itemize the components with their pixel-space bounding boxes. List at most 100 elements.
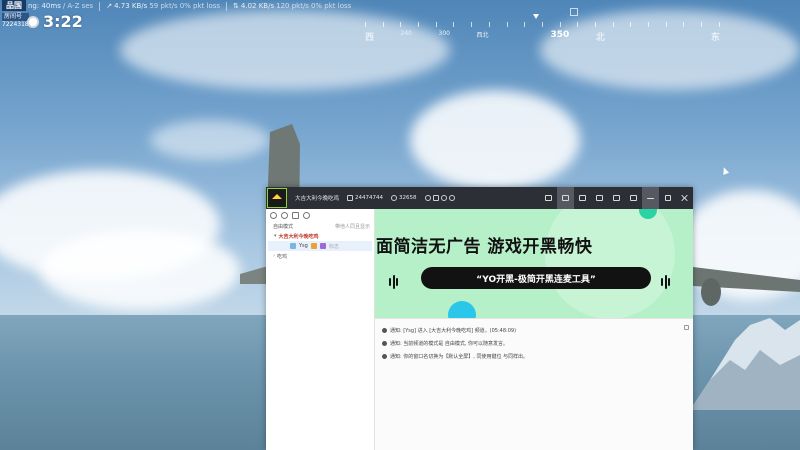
gamepad-button[interactable]	[591, 187, 608, 209]
aircraft-wing	[693, 267, 800, 306]
app-home-logo-icon[interactable]	[267, 188, 287, 208]
upload-speed: 4.73 KB/s	[114, 2, 148, 10]
maximize-button[interactable]	[659, 187, 676, 209]
scroll-up-icon[interactable]	[684, 325, 689, 330]
notice-icon	[382, 328, 387, 333]
sub-channel-name: 吃鸡	[277, 253, 288, 260]
download-speed: 4.02 KB/s	[240, 2, 275, 10]
mode-row: 自由模式 带他人同且显示	[266, 221, 374, 231]
download-icon: ⇅	[233, 2, 239, 10]
decorative-bubble	[545, 209, 675, 318]
user-icon[interactable]	[270, 211, 277, 219]
plane-icon[interactable]	[432, 195, 439, 201]
search-icon[interactable]	[303, 211, 310, 219]
hud-status-icons	[570, 8, 578, 16]
compass-heading: 350	[550, 30, 570, 40]
room-id-value: 24474744	[355, 195, 384, 201]
room-label: 房间号	[2, 13, 29, 21]
divider	[226, 1, 228, 11]
favorite-icon[interactable]	[424, 195, 431, 201]
titlebar-controls	[540, 187, 693, 209]
upload-loss: 0% pkt loss	[179, 2, 221, 10]
badge-icon	[310, 243, 317, 249]
log-text: 通知: [Ysg] 进入 [大吉大利今晚吃鸡] 频道。(05:48:09)	[390, 328, 517, 334]
cloud	[40, 230, 240, 310]
banner-title: 面简洁无广告 游戏开黑畅快	[376, 237, 593, 257]
compass-label: 北	[595, 33, 605, 43]
compass-ticks	[365, 22, 720, 28]
clock-icon	[27, 16, 39, 28]
log-line: 通知: [Ysg] 进入 [大吉大利今晚吃鸡] 频道。(05:48:09)	[382, 327, 516, 334]
compass-label: 西北	[476, 32, 489, 39]
user-icon	[391, 195, 398, 201]
compass-labels: 西 240 300 西北 北 350 北 东	[365, 30, 720, 43]
expand-arrow-icon: ›	[273, 253, 275, 259]
location-icon[interactable]	[281, 211, 288, 219]
user-name: Ysg	[299, 243, 308, 249]
snowy-mountain	[690, 318, 800, 410]
home-button[interactable]	[557, 187, 574, 209]
compass: 西 240 300 西北 北 350 北 东	[365, 14, 720, 44]
gamepad-icon	[596, 195, 603, 201]
list-icon	[579, 195, 586, 201]
sidebar-toolbar	[266, 209, 374, 221]
download-loss: 0% pkt loss	[310, 2, 352, 10]
banner-tagline: “YO开黑-极简开黑连麦工具”	[421, 267, 651, 289]
sub-channel-item[interactable]: › 吃鸡	[266, 251, 374, 261]
info-icon[interactable]	[448, 195, 455, 201]
video-button[interactable]	[540, 187, 557, 209]
divider	[99, 1, 101, 11]
channel-main: 面简洁无广告 游戏开黑畅快 “YO开黑-极简开黑连麦工具” 通知: [Ysg] …	[375, 209, 693, 450]
status-icon	[570, 8, 578, 16]
sound-wave-icon	[661, 275, 670, 289]
region-value: / A-Z ses	[62, 2, 94, 10]
upload-icon: ↗	[106, 2, 113, 10]
voice-chat-window: 大吉大利今晚吃鸡 24474744 32658 自由模式 带他人同且显示 ▾ 大…	[266, 187, 693, 450]
download-packets: 120 pkt/s	[276, 2, 309, 10]
compass-pointer-icon	[533, 14, 539, 19]
room-badge: 房间号 7224318	[2, 13, 29, 29]
room-name: 大吉大利今晚吃鸡	[295, 196, 340, 202]
member-count: 32658	[391, 195, 417, 201]
close-button[interactable]	[676, 187, 693, 209]
compass-label: 西	[365, 33, 375, 43]
log-text: 通知: 当前频道的模式是 自由模式, 你可以随意发言。	[390, 341, 509, 347]
ad-banner[interactable]: 面简洁无广告 游戏开黑畅快 “YO开黑-极简开黑连麦工具”	[375, 209, 693, 318]
ping-value: ng: 40ms	[28, 2, 61, 10]
log-line: 通知: 当前频道的模式是 自由模式, 你可以随意发言。	[382, 340, 508, 347]
window-mode-button[interactable]	[625, 187, 642, 209]
notice-icon	[382, 341, 387, 346]
download-stat: ⇅ 4.02 KB/s 120 pkt/s 0% pkt loss	[233, 2, 351, 10]
member-count-value: 32658	[399, 195, 417, 201]
sound-wave-icon	[389, 275, 398, 289]
id-icon	[347, 195, 354, 201]
list-button[interactable]	[574, 187, 591, 209]
ping-stat: ng: 40ms / A-Z ses	[28, 2, 93, 10]
mute-button[interactable]	[608, 187, 625, 209]
mute-icon	[613, 195, 620, 201]
log-line: 通知: 你的窗口名切换为【默认全屏】, 同使用键位 与同样出。	[382, 353, 528, 360]
share-icon[interactable]	[440, 195, 447, 201]
room-actions	[424, 195, 455, 201]
user-item[interactable]: Ysg 标志	[268, 241, 372, 251]
collapse-arrow-icon: ▾	[274, 233, 277, 239]
channel-name: 大吉大利今晚吃鸡	[278, 233, 319, 240]
close-icon	[681, 194, 689, 202]
channel-item[interactable]: ▾ 大吉大利今晚吃鸡	[266, 231, 374, 241]
compass-label: 东	[710, 33, 720, 43]
window-titlebar[interactable]: 大吉大利今晚吃鸡 24474744 32658	[266, 187, 693, 209]
house-icon	[272, 193, 282, 199]
save-icon[interactable]	[292, 211, 299, 219]
room-id: 24474744	[347, 195, 383, 201]
upload-packets: 59 pkt/s	[149, 2, 178, 10]
cloud	[410, 90, 580, 190]
upload-stat: ↗ 4.73 KB/s 59 pkt/s 0% pkt loss	[106, 2, 220, 10]
avatar	[290, 243, 296, 249]
message-log: 通知: [Ysg] 进入 [大吉大利今晚吃鸡] 频道。(05:48:09) 通知…	[375, 318, 693, 450]
compass-label: 240	[400, 30, 412, 37]
window-icon	[630, 195, 637, 201]
room-number: 7224318	[2, 21, 29, 28]
log-text: 通知: 你的窗口名切换为【默认全屏】, 同使用键位 与同样出。	[390, 354, 529, 360]
mode-action[interactable]: 带他人同且显示	[335, 223, 370, 230]
minimize-button[interactable]	[642, 187, 659, 209]
